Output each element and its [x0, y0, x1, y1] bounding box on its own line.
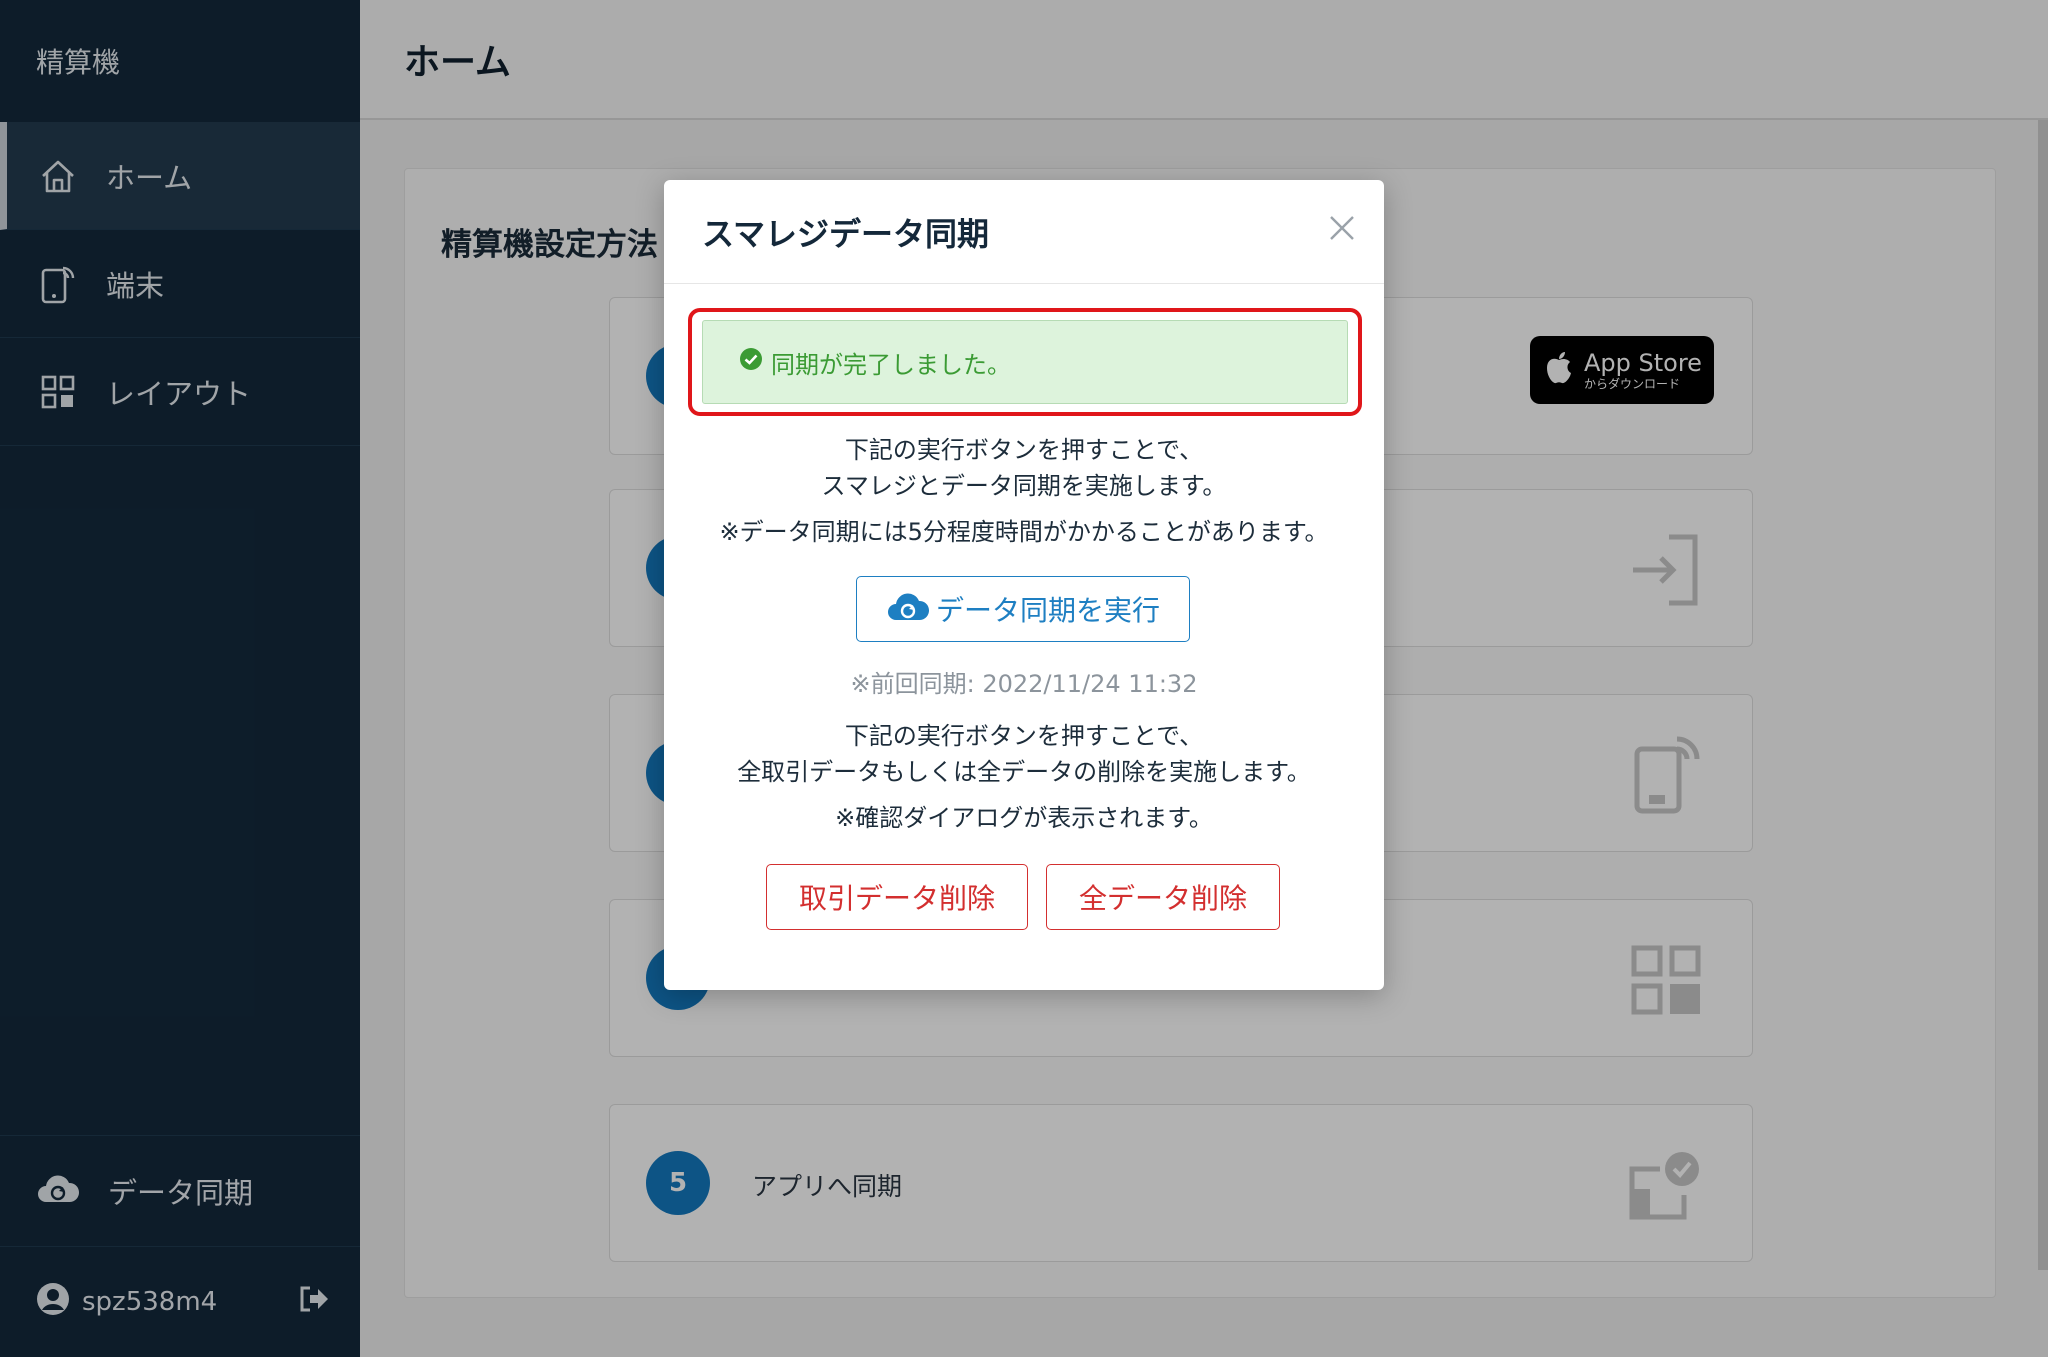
delete-description-line1: 下記の実行ボタンを押すことで、 — [844, 722, 1204, 750]
cloud-sync-icon — [886, 590, 930, 629]
run-sync-label: データ同期を実行 — [935, 594, 1160, 627]
data-sync-modal: スマレジデータ同期 同期が完了しました。 下記の実行ボタンを押すことで、 スマレ… — [664, 180, 1384, 990]
modal-title: スマレジデータ同期 — [702, 214, 990, 253]
delete-transactions-button[interactable]: 取引データ削除 — [766, 864, 1028, 930]
sync-description-line2: スマレジとデータ同期を実施します。 — [821, 472, 1227, 500]
modal-header: スマレジデータ同期 — [664, 180, 1384, 284]
delete-all-button[interactable]: 全データ削除 — [1046, 864, 1280, 930]
check-circle-icon — [739, 347, 763, 377]
alert-highlight: 同期が完了しました。 — [688, 308, 1362, 416]
alert-text: 同期が完了しました。 — [771, 350, 1011, 379]
last-sync-time: ※前回同期: 2022/11/24 11:32 — [850, 670, 1198, 698]
sync-note: ※データ同期には5分程度時間がかかることがあります。 — [719, 518, 1329, 546]
close-icon — [1329, 211, 1355, 249]
delete-note: ※確認ダイアログが表示されます。 — [835, 804, 1213, 832]
sync-description-line1: 下記の実行ボタンを押すことで、 — [844, 436, 1204, 464]
close-button[interactable] — [1322, 210, 1362, 250]
delete-description-line2: 全取引データもしくは全データの削除を実施します。 — [737, 758, 1311, 786]
run-sync-button[interactable]: データ同期を実行 — [856, 576, 1190, 642]
success-alert: 同期が完了しました。 — [702, 320, 1348, 404]
